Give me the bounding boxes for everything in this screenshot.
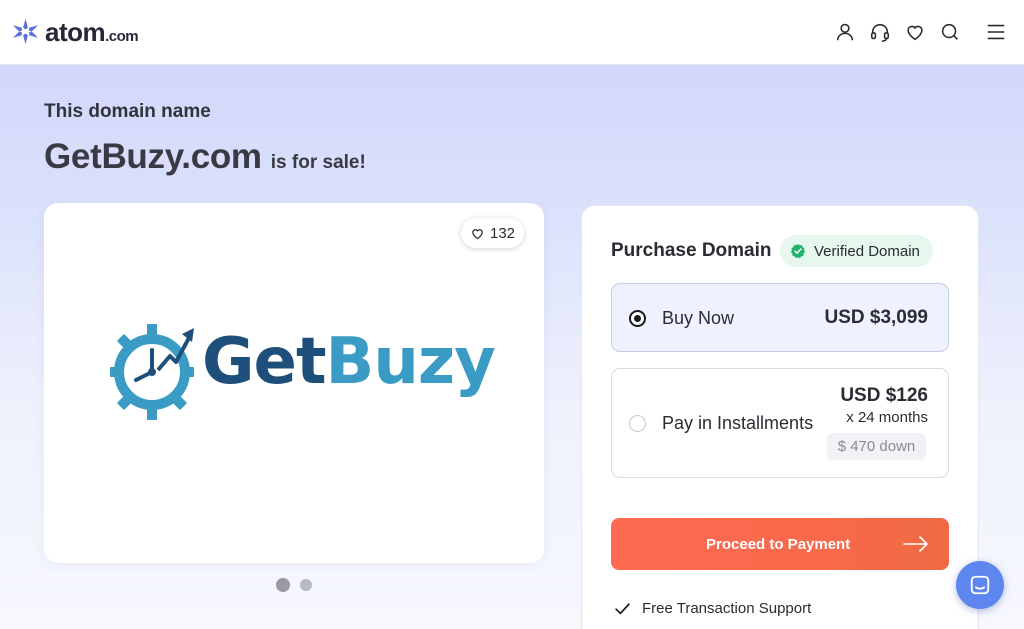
heart-outline-icon <box>472 228 483 239</box>
proceed-label: Proceed to Payment <box>706 536 851 553</box>
favorite-count: 132 <box>489 224 516 242</box>
user-icon[interactable] <box>834 21 856 43</box>
feature-label: Free Transaction Support <box>642 600 812 617</box>
chat-icon <box>970 575 990 595</box>
installments-label: Pay in Installments <box>662 413 814 433</box>
purchase-title: Purchase Domain <box>611 240 772 261</box>
top-navigation: atom.com <box>0 0 1024 65</box>
verified-check-icon <box>790 244 805 259</box>
arrow-right-icon <box>903 536 929 552</box>
buy-now-radio[interactable] <box>629 310 646 327</box>
site-logo[interactable]: atom.com <box>11 16 139 47</box>
brand-word-get: Get <box>202 325 327 399</box>
installments-radio[interactable] <box>629 415 646 432</box>
hero-eyebrow: This domain name <box>44 101 211 122</box>
buy-now-label: Buy Now <box>662 308 735 328</box>
brand-word-buzy: Buzy <box>325 325 496 399</box>
carousel-dot-2[interactable] <box>300 579 312 591</box>
checkmark-icon <box>615 603 630 615</box>
page-title: GetBuzy.com is for sale! <box>44 137 366 177</box>
buy-now-price: USD $3,099 <box>824 307 928 328</box>
installments-down-payment: $ 470 down <box>827 433 926 460</box>
carousel-dot-1[interactable] <box>276 578 290 592</box>
headset-icon[interactable] <box>869 21 891 43</box>
favorite-button[interactable]: 132 <box>461 218 524 248</box>
verified-label: Verified Domain <box>814 242 920 260</box>
atom-logo-icon <box>12 18 39 45</box>
chat-button[interactable] <box>956 561 1004 609</box>
domain-brand-wordmark: GetBuzy <box>202 330 496 394</box>
installments-price: USD $126 <box>840 385 928 406</box>
logo-wordmark: atom.com <box>45 16 139 47</box>
installments-term: x 24 months <box>846 409 928 426</box>
verified-badge: Verified Domain <box>780 235 933 267</box>
for-sale-text: is for sale! <box>270 152 366 173</box>
domain-name: GetBuzy.com <box>44 137 262 176</box>
menu-icon[interactable] <box>985 21 1007 43</box>
heart-icon[interactable] <box>904 21 926 43</box>
search-icon[interactable] <box>939 21 961 43</box>
clock-gear-icon <box>110 324 194 420</box>
feature-item: Free Transaction Support <box>614 600 811 617</box>
proceed-to-payment-button[interactable]: Proceed to Payment <box>611 518 949 570</box>
